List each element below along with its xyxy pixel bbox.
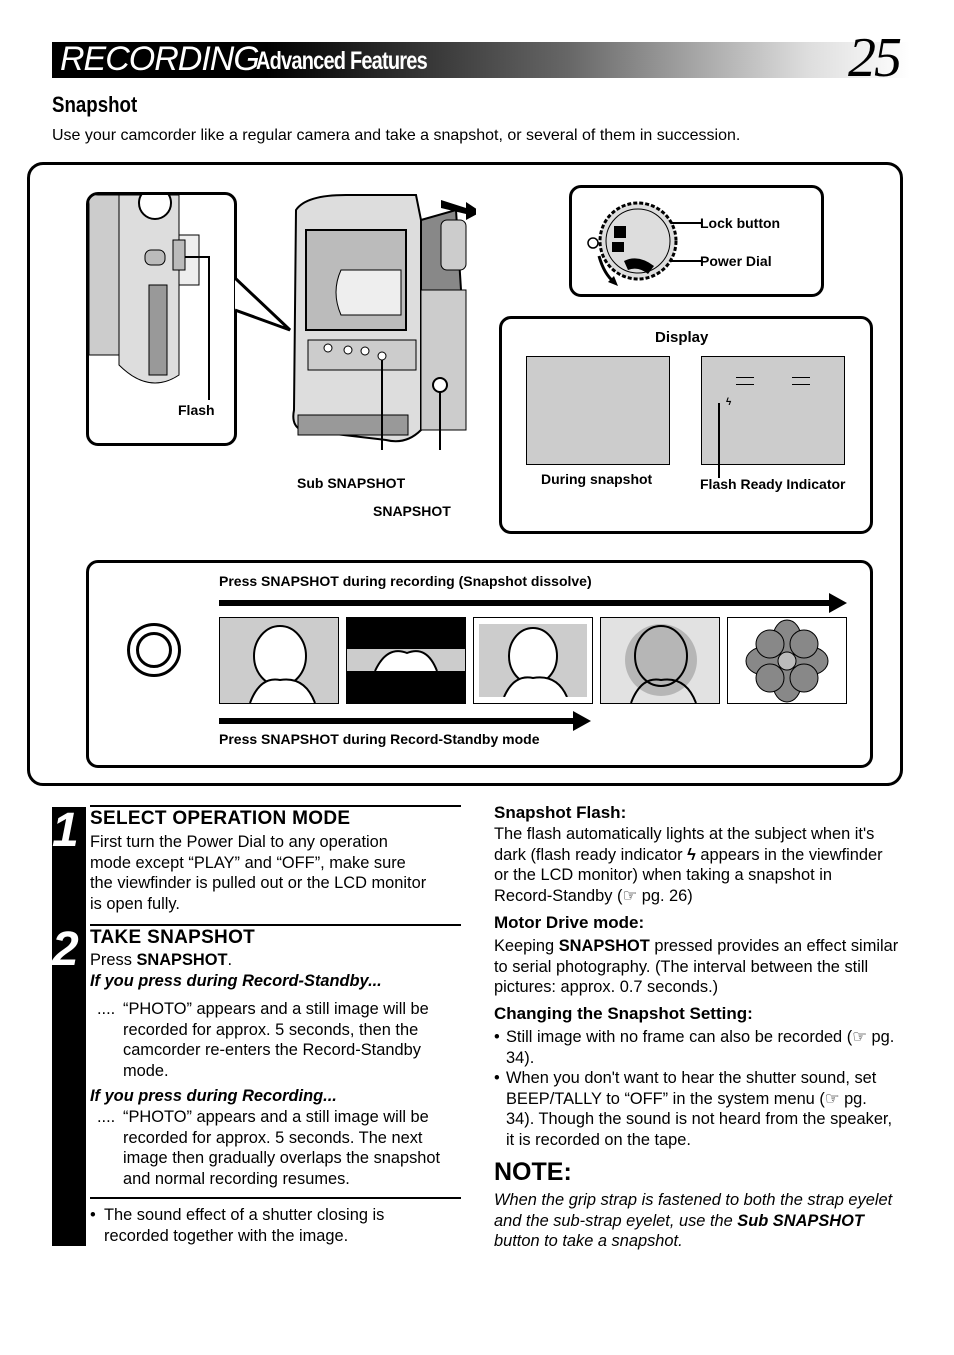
step2-rule	[90, 924, 461, 926]
footnote-bullet: •	[90, 1206, 96, 1224]
lock-button-leader	[671, 222, 701, 224]
step2-press-line: Press SNAPSHOT.	[90, 951, 233, 969]
step-sidebar	[52, 807, 86, 1246]
snapshot-label: SNAPSHOT	[373, 503, 451, 519]
flash-ready-leader	[718, 403, 720, 478]
during-snapshot-label: During snapshot	[541, 471, 653, 487]
power-dial-label: Power Dial	[700, 253, 772, 269]
bullet-2-text: When you don't want to hear the shutter …	[506, 1069, 893, 1149]
section-title: Snapshot	[52, 92, 138, 117]
screen-during-snapshot	[526, 356, 670, 465]
step1-heading: SELECT OPERATION MODE	[90, 808, 351, 829]
intro-text: Use your camcorder like a regular camera…	[52, 127, 741, 144]
motor-drive-text: Keeping SNAPSHOT pressed provides an eff…	[494, 937, 899, 997]
standby-arrow	[219, 718, 575, 724]
page-ref-icon: ☞	[622, 886, 638, 905]
step2-heading: TAKE SNAPSHOT	[90, 927, 256, 948]
note-text: When the grip strap is fastened to both …	[494, 1191, 893, 1251]
note-heading: NOTE:	[494, 1158, 572, 1186]
case1-heading: If you press during Record-Standby...	[90, 972, 382, 990]
step-number-1: 1	[52, 804, 79, 857]
flash-label: Flash	[178, 402, 215, 418]
case2-heading: If you press during Recording...	[90, 1087, 337, 1105]
display-indicator-bars	[736, 377, 754, 385]
changing-setting-heading: Changing the Snapshot Setting:	[494, 1004, 753, 1023]
page-number: 25	[848, 27, 902, 89]
case1-dots: ....	[97, 1000, 116, 1018]
bullet-1-text: Still image with no frame can also be re…	[506, 1028, 895, 1067]
header-title: RECORDING	[60, 40, 260, 78]
screen-flash-ready: ϟ	[701, 356, 845, 478]
frame-flower	[727, 617, 847, 704]
step1-text: First turn the Power Dial to any operati…	[90, 833, 427, 913]
power-dial-icon	[587, 201, 678, 286]
frame-portrait-flower-overlap	[600, 617, 720, 704]
flash-indicator-icon: ϟ	[687, 845, 696, 864]
case2-text: “PHOTO” appears and a still image will b…	[123, 1108, 441, 1188]
display-panel: Display ϟ During snapshot Flash Ready In…	[499, 316, 873, 534]
sub-snapshot-label: Sub SNAPSHOT	[297, 475, 406, 491]
header-subtitle: Advanced Features	[256, 47, 428, 75]
page-ref-icon: ☞	[852, 1028, 867, 1046]
step1-rule	[90, 805, 461, 807]
camcorder-illustration	[292, 194, 476, 450]
case1-text: “PHOTO” appears and a still image will b…	[123, 1000, 429, 1080]
power-dial-leader	[671, 260, 701, 262]
page-ref-icon: ☞	[824, 1089, 840, 1108]
step-number-2: 2	[52, 923, 79, 976]
footnote-rule	[90, 1197, 461, 1199]
display-title: Display	[655, 329, 709, 346]
frame-portrait-framed	[473, 617, 593, 704]
bullet-1-marker: •	[494, 1028, 500, 1046]
power-dial-panel: Lock button Power Dial	[569, 185, 824, 297]
snapshot-button-icon	[127, 623, 181, 677]
frame-portrait-letterbox	[346, 617, 466, 704]
lock-button-label: Lock button	[700, 215, 781, 231]
snapshot-flash-heading: Snapshot Flash:	[494, 803, 627, 822]
footnote-text: The sound effect of a shutter closing is…	[104, 1206, 385, 1245]
dissolve-arrow	[219, 600, 831, 606]
snapshot-dissolve-panel: Press SNAPSHOT during recording (Snapsho…	[86, 560, 873, 768]
frame-portrait	[219, 617, 339, 704]
standby-arrow-head	[573, 711, 591, 731]
motor-drive-heading: Motor Drive mode:	[494, 913, 645, 932]
dissolve-label: Press SNAPSHOT during recording (Snapsho…	[219, 573, 592, 589]
bullet-2-marker: •	[494, 1069, 500, 1087]
flash-ready-icon: ϟ	[726, 397, 732, 408]
standby-label: Press SNAPSHOT during Record-Standby mod…	[219, 731, 540, 747]
case2-dots: ....	[97, 1108, 116, 1126]
flash-ready-indicator-label: Flash Ready Indicator	[700, 476, 846, 492]
display-indicator-bars	[792, 377, 810, 385]
dissolve-arrow-head	[829, 593, 847, 613]
snapshot-flash-text: The flash automatically lights at the su…	[494, 825, 883, 905]
